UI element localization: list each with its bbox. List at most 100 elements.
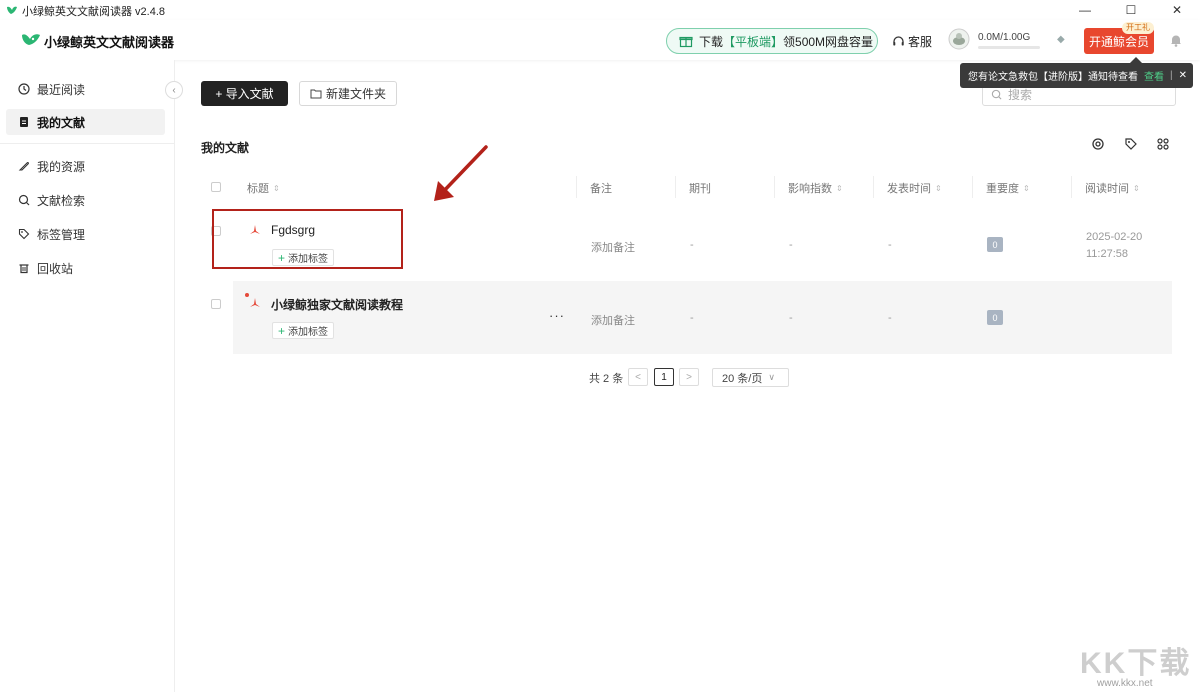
column-divider <box>972 176 973 198</box>
clock-icon <box>18 83 30 95</box>
whale-logo-icon <box>20 29 42 49</box>
storage-progress-bar <box>978 46 1040 49</box>
search-icon <box>18 194 30 206</box>
impact-cell: - <box>789 312 793 324</box>
sidebar-divider <box>0 143 175 144</box>
column-header-importance[interactable]: 重要度⇕ <box>986 180 1030 196</box>
note-cell[interactable]: 添加备注 <box>591 312 635 328</box>
new-folder-button[interactable]: 新建文件夹 <box>299 81 397 106</box>
pdf-icon <box>249 297 261 311</box>
search-placeholder: 搜索 <box>1008 86 1032 103</box>
sidebar-item-recent[interactable]: 最近阅读 <box>6 76 165 102</box>
section-title: 我的文献 <box>201 139 249 156</box>
add-tag-button[interactable]: + 添加标签 <box>272 322 334 339</box>
column-header-published[interactable]: 发表时间⇕ <box>887 180 942 196</box>
column-header-journal: 期刊 <box>689 180 711 196</box>
sidebar-item-my-papers[interactable]: 我的文献 <box>6 109 165 135</box>
sidebar-item-search[interactable]: 文献检索 <box>6 187 165 213</box>
promo-prefix: 下载 <box>699 33 723 50</box>
read-date-cell: 2025-02-20 <box>1086 231 1142 243</box>
new-folder-label: 新建文件夹 <box>326 85 386 102</box>
settings-icon[interactable] <box>1091 137 1105 151</box>
close-window-button[interactable]: ✕ <box>1154 0 1200 20</box>
gift-icon <box>679 34 693 48</box>
trash-icon <box>18 262 30 274</box>
more-options-icon[interactable]: ··· <box>549 308 565 323</box>
notification-toast: 您有论文急救包【进阶版】通知待查看 查看 | ✕ <box>960 63 1193 88</box>
customer-service-button[interactable]: 客服 <box>892 33 932 50</box>
next-page-button[interactable]: > <box>679 368 699 386</box>
tag-filter-icon[interactable] <box>1124 137 1138 151</box>
published-cell: - <box>888 312 892 324</box>
headset-icon <box>892 35 905 48</box>
document-icon <box>18 116 30 128</box>
column-label: 备注 <box>590 180 612 196</box>
sidebar-item-label: 我的资源 <box>37 158 85 175</box>
add-tag-label: 添加标签 <box>288 323 328 338</box>
maximize-button[interactable]: ☐ <box>1108 0 1154 20</box>
published-cell: - <box>888 239 892 251</box>
page-1-button[interactable]: 1 <box>654 368 674 386</box>
chevron-down-icon: ∨ <box>768 372 775 383</box>
toast-close-icon[interactable]: ✕ <box>1179 70 1187 81</box>
sidebar-item-resources[interactable]: 我的资源 <box>6 153 165 179</box>
read-time-cell: 11:27:58 <box>1086 248 1128 260</box>
column-divider <box>873 176 874 198</box>
sort-icon: ⇕ <box>273 184 280 193</box>
window-title: 小绿鲸英文文献阅读器 v2.4.8 <box>22 3 165 19</box>
importance-badge[interactable]: 0 <box>987 310 1003 325</box>
toast-separator: | <box>1170 70 1173 81</box>
tag-icon <box>18 228 30 240</box>
watermark-url: www.kkx.net <box>1097 678 1153 689</box>
toast-view-link[interactable]: 查看 <box>1144 68 1164 83</box>
column-header-impact[interactable]: 影响指数⇕ <box>788 180 843 196</box>
sort-icon: ⇕ <box>935 184 942 193</box>
app-name: 小绿鲸英文文献阅读器 <box>44 32 174 51</box>
title-bar: 小绿鲸英文文献阅读器 v2.4.8 — ☐ ✕ <box>0 0 1200 20</box>
app-header: 小绿鲸英文文献阅读器 下载 【平板端】 领500M网盘容量 客服 0.0M/1.… <box>0 20 1200 60</box>
column-header-title[interactable]: 标题⇕ <box>247 180 280 196</box>
select-all-checkbox[interactable] <box>211 182 221 192</box>
diamond-icon: ◆ <box>1057 34 1065 45</box>
annotation-highlight-box <box>212 209 403 269</box>
note-cell[interactable]: 添加备注 <box>591 239 635 255</box>
column-divider <box>774 176 775 198</box>
sidebar-item-label: 回收站 <box>37 260 73 277</box>
column-header-read-time[interactable]: 阅读时间 ⇕ <box>1085 180 1140 196</box>
column-divider <box>675 176 676 198</box>
impact-cell: - <box>789 239 793 251</box>
column-header-note: 备注 <box>590 180 612 196</box>
column-label: 影响指数 <box>788 180 832 196</box>
importance-badge[interactable]: 0 <box>987 237 1003 252</box>
app-logo-icon <box>6 4 18 16</box>
user-avatar-icon[interactable] <box>948 28 970 50</box>
plus-icon: + <box>278 324 285 338</box>
promo-banner[interactable]: 下载 【平板端】 领500M网盘容量 <box>666 28 878 54</box>
paper-title[interactable]: 小绿鲸独家文献阅读教程 <box>271 296 403 313</box>
prev-page-button[interactable]: < <box>628 368 648 386</box>
column-divider <box>576 176 577 198</box>
annotation-arrow-icon <box>430 143 490 205</box>
import-paper-button[interactable]: + 导入文献 <box>201 81 288 106</box>
sort-icon: ⇕ <box>1023 184 1030 193</box>
bell-icon[interactable] <box>1168 32 1184 48</box>
watermark: KK下载 <box>1080 638 1191 682</box>
page-size-label: 20 条/页 <box>722 370 762 386</box>
page-size-select[interactable]: 20 条/页 ∨ <box>712 368 789 387</box>
minimize-button[interactable]: — <box>1062 0 1108 20</box>
column-divider <box>1071 176 1072 198</box>
feather-icon <box>18 160 30 172</box>
pagination-total: 共 2 条 <box>589 370 623 386</box>
journal-cell: - <box>690 239 694 251</box>
collapse-sidebar-button[interactable]: ‹ <box>165 81 183 99</box>
sidebar-item-trash[interactable]: 回收站 <box>6 255 165 281</box>
sidebar-item-label: 文献检索 <box>37 192 85 209</box>
folder-icon <box>310 88 322 99</box>
sidebar-item-label: 我的文献 <box>37 114 85 131</box>
column-label: 阅读时间 <box>1085 180 1129 196</box>
storage-usage: 0.0M/1.00G <box>978 32 1030 43</box>
sort-icon: ⇕ <box>1133 184 1140 193</box>
row-checkbox[interactable] <box>211 299 221 309</box>
grid-view-icon[interactable] <box>1156 137 1170 151</box>
sidebar-item-tags[interactable]: 标签管理 <box>6 221 165 247</box>
